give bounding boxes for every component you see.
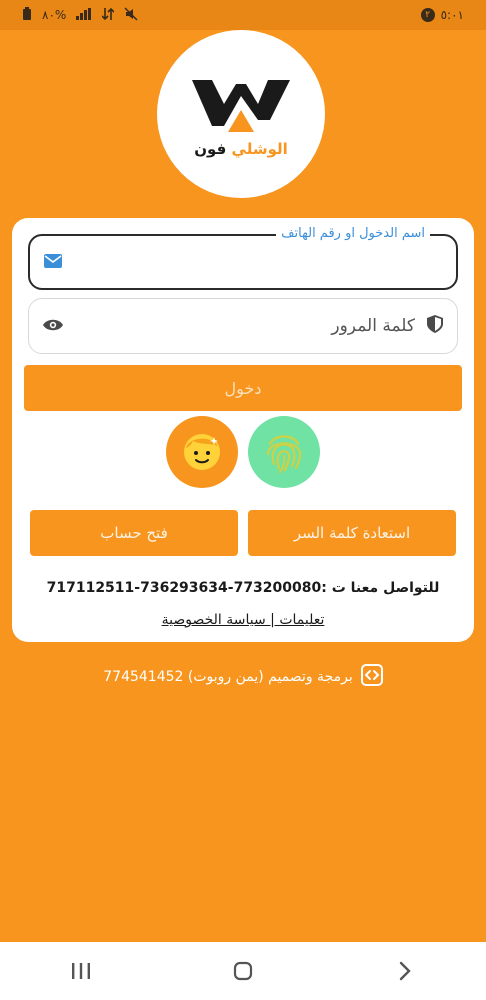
instructions-privacy-link[interactable]: تعليمات | سياسة الخصوصية bbox=[12, 612, 474, 628]
mute-icon bbox=[124, 6, 138, 24]
password-field-inner: كلمة المرور bbox=[331, 315, 443, 337]
password-field[interactable]: كلمة المرور bbox=[28, 298, 458, 354]
battery-icon bbox=[22, 6, 32, 24]
status-icons: ٨٠% bbox=[22, 6, 138, 24]
data-transfer-icon bbox=[101, 7, 115, 24]
password-placeholder: كلمة المرور bbox=[331, 316, 415, 336]
face-icon bbox=[184, 434, 220, 470]
face-login-button[interactable] bbox=[166, 416, 238, 488]
username-label: اسم الدخول او رقم الهاتف bbox=[276, 226, 430, 241]
recent-apps-button[interactable] bbox=[51, 951, 111, 991]
code-icon bbox=[360, 664, 383, 690]
chevron-right-icon bbox=[399, 961, 411, 981]
logo: الوشلي فون bbox=[157, 30, 325, 198]
open-account-button[interactable]: فتح حساب bbox=[30, 510, 238, 556]
system-nav-bar bbox=[0, 942, 486, 1000]
contact-info: للتواصل معنا ت :773200080-736293634-7171… bbox=[46, 580, 440, 596]
status-time-group: ٢ ٥:٠١ bbox=[420, 8, 464, 22]
footer-credit-text: برمجة وتصميم (يمن روبوت) 774541452 bbox=[103, 669, 353, 685]
home-icon bbox=[233, 961, 253, 981]
fingerprint-login-button[interactable] bbox=[248, 416, 320, 488]
notification-badge: ٢ bbox=[420, 8, 435, 22]
reset-password-button[interactable]: استعادة كلمة السر bbox=[248, 510, 456, 556]
shield-icon bbox=[427, 315, 443, 337]
brand-word-1: الوشلي bbox=[231, 140, 288, 158]
login-card: اسم الدخول او رقم الهاتف كلمة المرور دخو… bbox=[12, 218, 474, 642]
signal-icon bbox=[76, 7, 92, 23]
eye-icon[interactable] bbox=[43, 317, 63, 336]
username-field[interactable]: اسم الدخول او رقم الهاتف bbox=[28, 226, 458, 290]
status-bar: ٨٠% ٢ ٥:٠١ bbox=[0, 0, 486, 30]
login-button[interactable]: دخول bbox=[24, 365, 462, 411]
brand-logo-icon bbox=[192, 80, 290, 132]
brand-name: الوشلي فون bbox=[194, 140, 288, 158]
battery-percent: ٨٠% bbox=[42, 8, 67, 22]
brand-word-2: فون bbox=[194, 140, 227, 158]
back-button[interactable] bbox=[375, 951, 435, 991]
status-time: ٥:٠١ bbox=[440, 8, 464, 22]
recent-apps-icon bbox=[72, 963, 90, 979]
fingerprint-icon bbox=[266, 435, 302, 474]
footer-credit: برمجة وتصميم (يمن روبوت) 774541452 bbox=[0, 664, 486, 690]
email-icon bbox=[44, 253, 62, 272]
home-button[interactable] bbox=[213, 951, 273, 991]
